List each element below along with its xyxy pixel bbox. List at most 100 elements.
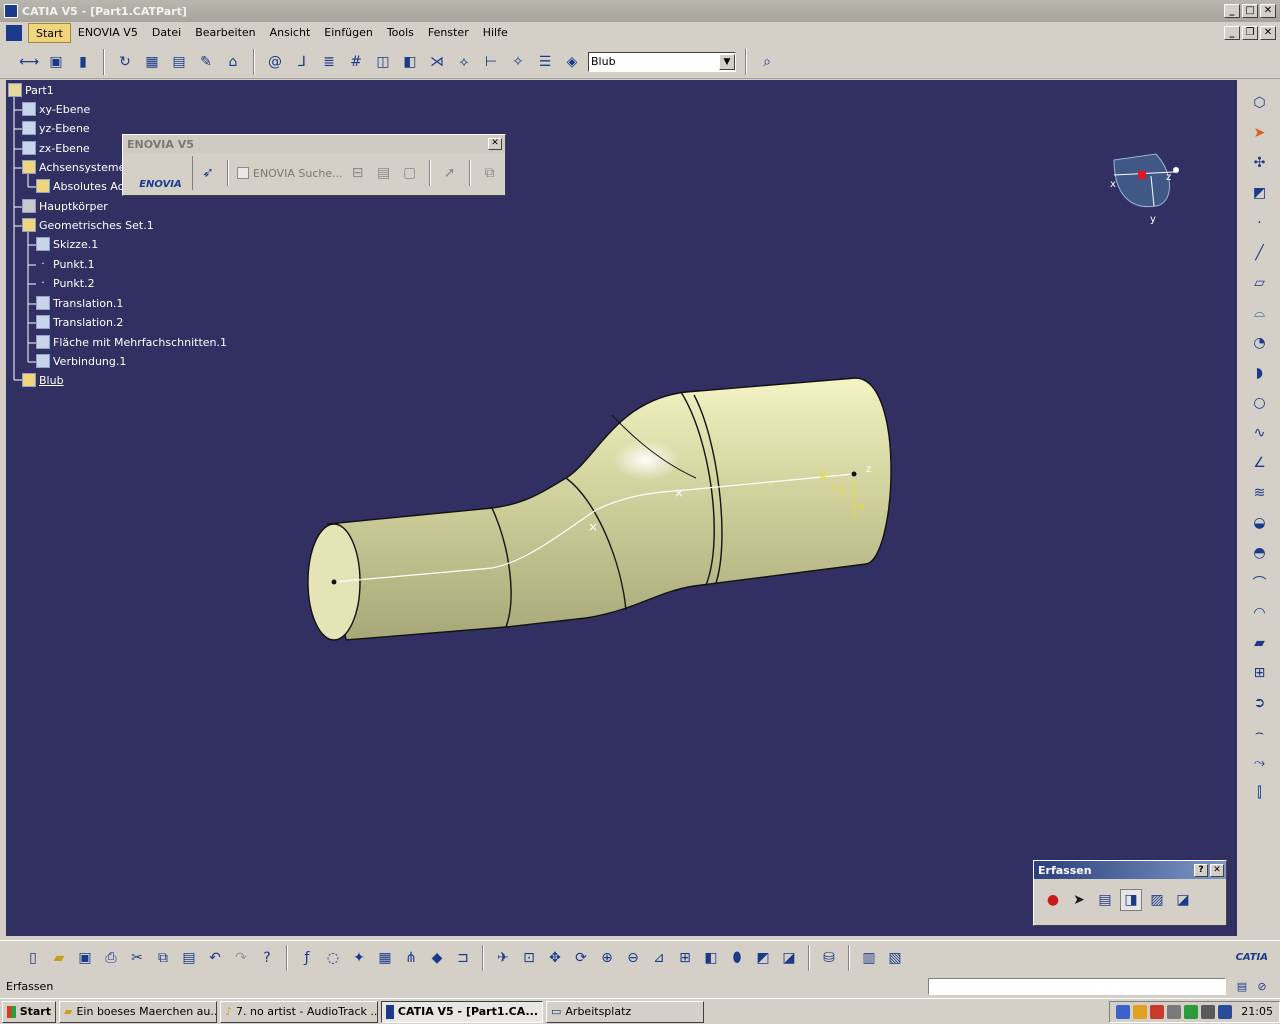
task-audiotrack[interactable]: ♪ 7. no artist - AudioTrack ... — [220, 1000, 378, 1023]
plane-tool-icon[interactable]: ▱ — [1249, 272, 1271, 294]
layer-icon[interactable]: ◈ — [561, 51, 583, 73]
select-arrow-icon[interactable]: ➤ — [1249, 122, 1271, 144]
pan-icon[interactable]: ✥ — [544, 947, 566, 969]
links-icon[interactable]: ⊐ — [452, 947, 474, 969]
enovia-logo[interactable]: ENOVIA — [129, 156, 193, 190]
tree-item-achsensysteme[interactable]: Achsensysteme — [22, 160, 125, 174]
enovia-search-checkbox[interactable] — [237, 167, 249, 179]
open-folder-icon[interactable]: ▰ — [48, 947, 70, 969]
minimize-button[interactable]: _ — [1224, 4, 1240, 18]
sweep-icon[interactable]: ◗ — [1249, 362, 1271, 384]
tree-item-blub[interactable]: Blub — [22, 373, 64, 387]
shading-icon[interactable]: ⬮ — [726, 947, 748, 969]
table-icon[interactable]: ▦ — [374, 947, 396, 969]
options-icon[interactable]: ▤ — [1094, 889, 1116, 911]
menu-fenster[interactable]: Fenster — [421, 23, 476, 43]
analysis-icon[interactable]: ⌂ — [222, 51, 244, 73]
new-file-icon[interactable]: ▯ — [22, 947, 44, 969]
doc-restore-button[interactable]: ❐ — [1242, 26, 1258, 40]
close-button[interactable]: ✕ — [1260, 4, 1276, 18]
help-icon[interactable]: ? — [256, 947, 278, 969]
task-explorer[interactable]: ▰ Ein boeses Maerchen au... — [59, 1000, 217, 1023]
command-input[interactable] — [928, 977, 1226, 995]
grid-icon[interactable]: ▦ — [141, 51, 163, 73]
menu-enovia[interactable]: ENOVIA V5 — [71, 23, 145, 43]
zoom-in-icon[interactable]: ⊕ — [596, 947, 618, 969]
tray-shield-icon[interactable] — [1218, 1004, 1233, 1019]
tray-update-icon[interactable] — [1184, 1004, 1199, 1019]
tray-audio-icon[interactable] — [1133, 1004, 1148, 1019]
lock-icon[interactable]: ◆ — [426, 947, 448, 969]
erfassen-help-button[interactable]: ? — [1194, 863, 1208, 877]
enovia-search-label[interactable]: ENOVIA Suche... — [253, 167, 343, 180]
tray-security-icon[interactable] — [1150, 1004, 1165, 1019]
mass-icon[interactable]: ▮ — [72, 51, 94, 73]
erfassen-toolbar-panel[interactable]: Erfassen ? ✕ ● ➤ ▤ ◨ ▨ ◪ — [1033, 860, 1227, 926]
tree-root[interactable]: Part1 — [8, 83, 54, 97]
enovia-send-icon[interactable]: ➚ — [439, 162, 461, 184]
start-button[interactable]: Start — [2, 1000, 56, 1023]
command-stop-icon[interactable]: ⊘ — [1252, 977, 1272, 995]
zoom-analysis-icon[interactable]: ⌕ — [756, 51, 778, 73]
maximize-button[interactable]: □ — [1242, 4, 1258, 18]
menu-einfuegen[interactable]: Einfügen — [317, 23, 380, 43]
sketcher-icon[interactable]: ◩ — [1249, 182, 1271, 204]
enovia-panel-header[interactable]: ENOVIA V5 ✕ — [123, 135, 505, 153]
bulb-icon[interactable]: ✧ — [507, 51, 529, 73]
layer-select[interactable]: Blub ▼ — [588, 51, 736, 72]
knowledge-icon[interactable]: ↻ — [114, 51, 136, 73]
axis-system-icon[interactable]: ⅃ — [291, 51, 313, 73]
doc-close-button[interactable]: ✕ — [1260, 26, 1276, 40]
constraint-icon[interactable]: ⋊ — [426, 51, 448, 73]
task-arbeitsplatz[interactable]: ▭ Arbeitsplatz — [546, 1000, 704, 1023]
menu-tools[interactable]: Tools — [380, 23, 421, 43]
menu-bearbeiten[interactable]: Bearbeiten — [188, 23, 262, 43]
menu-ansicht[interactable]: Ansicht — [263, 23, 318, 43]
tree-item-hauptkoerper[interactable]: Hauptkörper — [22, 199, 108, 213]
copy-icon[interactable]: ⧉ — [152, 947, 174, 969]
paint-icon[interactable]: ✎ — [195, 51, 217, 73]
graph-icon[interactable]: ⋔ — [400, 947, 422, 969]
corner-icon[interactable]: ∠ — [1249, 452, 1271, 474]
task-catia[interactable]: CATIA V5 - [Part1.CA... — [381, 1000, 543, 1023]
paste-icon[interactable]: ▤ — [178, 947, 200, 969]
catalog-icon[interactable]: ▤ — [168, 51, 190, 73]
tree-item-punkt-1[interactable]: · Punkt.1 — [36, 257, 94, 271]
plane-stack-icon[interactable]: ≣ — [318, 51, 340, 73]
tray-volume-icon[interactable] — [1201, 1004, 1216, 1019]
rotate-icon[interactable]: ⟳ — [570, 947, 592, 969]
menu-datei[interactable]: Datei — [145, 23, 188, 43]
enovia-save-icon[interactable]: ▤ — [373, 162, 395, 184]
cube-icon[interactable]: ◧ — [399, 51, 421, 73]
arc-icon[interactable]: ⌢ — [1249, 722, 1271, 744]
workbench-icon[interactable]: ⬡ — [1249, 92, 1271, 114]
tray-app-icon[interactable] — [1167, 1004, 1182, 1019]
grid-sketch-icon[interactable]: # — [345, 51, 367, 73]
zoom-out-icon[interactable]: ⊖ — [622, 947, 644, 969]
doc-minimize-button[interactable]: _ — [1224, 26, 1240, 40]
material-icon[interactable]: ⛁ — [818, 947, 840, 969]
document-icon[interactable] — [6, 25, 22, 41]
tree-item-verbindung[interactable]: Verbindung.1 — [36, 354, 126, 368]
tree-item-geometrisches-set[interactable]: Geometrisches Set.1 — [22, 218, 154, 232]
enovia-frame-icon[interactable]: ▢ — [399, 162, 421, 184]
swap-space-icon[interactable]: ◪ — [778, 947, 800, 969]
enovia-tree-icon[interactable]: ⊟ — [347, 162, 369, 184]
tree-item-flaeche[interactable]: Fläche mit Mehrfachschnitten.1 — [36, 335, 227, 349]
transform-icon[interactable]: ⊞ — [1249, 662, 1271, 684]
tree-item-yz-ebene[interactable]: yz-Ebene — [22, 121, 90, 135]
tree-item-translation-2[interactable]: Translation.2 — [36, 315, 123, 329]
select-icon[interactable]: ➤ — [1068, 889, 1090, 911]
measure-icon[interactable]: ⟷ — [18, 51, 40, 73]
circle-icon[interactable]: ○ — [1249, 392, 1271, 414]
multi-view-icon[interactable]: ⊞ — [674, 947, 696, 969]
capture-icon[interactable]: ◨ — [1120, 889, 1142, 911]
line-icon[interactable]: ╱ — [1249, 242, 1271, 264]
image-icon[interactable]: ▨ — [1146, 889, 1168, 911]
blend-icon[interactable]: ⌒ — [1249, 572, 1271, 594]
chevron-down-icon[interactable]: ▼ — [719, 53, 735, 70]
enovia-toolbar-panel[interactable]: ENOVIA V5 ✕ ENOVIA ➶ ENOVIA Suche... ⊟ ▤… — [122, 134, 506, 196]
list-icon[interactable]: ☰ — [534, 51, 556, 73]
spline-icon[interactable]: ∿ — [1249, 422, 1271, 444]
analysis2-icon[interactable]: ⟡ — [453, 51, 475, 73]
